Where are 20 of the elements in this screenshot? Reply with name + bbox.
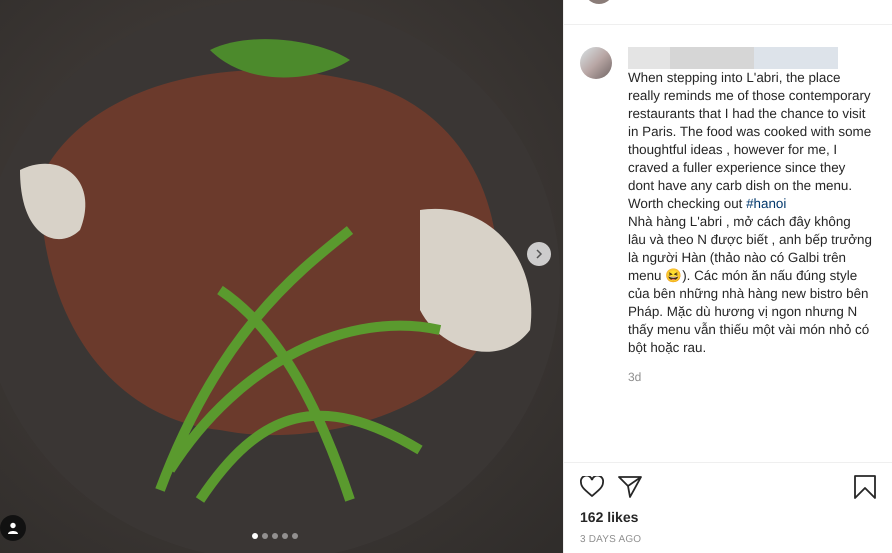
carousel-dot[interactable] — [282, 533, 288, 539]
post-age: 3d — [628, 370, 642, 384]
chevron-right-icon — [534, 249, 544, 259]
like-count: 162 likes — [579, 508, 640, 525]
save-button[interactable] — [854, 475, 876, 499]
like-button[interactable] — [580, 476, 604, 498]
caption-text: Nhà hàng L'abri , mở cách đây không lâu và theo N được biết , anh bếp trưởng là người Hàn (thảo nào có Galbi trên menu 😆). Các món ăn nấu đúng style của bên những nhà hàng new bistro bên Pháp. Mặc dù hương vị ngon nhưng N thấy menu vẫn thiếu một vài món nhỏ có bột hoặc rau. — [628, 213, 872, 357]
user-tag-button[interactable] — [0, 515, 26, 541]
carousel-dot[interactable] — [262, 533, 268, 539]
caption-text: When stepping into L'abri, the place really reminds me of those contemporary restaurants that I had the chance to visit in Paris. The food was cooked with some thoughtful ideas , however for me, I craved a fuller experience since they dont have any carb dish on the menu. Worth checking out #hanoi — [628, 69, 872, 213]
paper-plane-icon — [618, 476, 642, 498]
person-icon — [7, 522, 19, 534]
avatar — [580, 47, 612, 79]
post-date: 3 DAYS AGO — [579, 533, 642, 547]
carousel-dot[interactable] — [272, 533, 278, 539]
bookmark-icon — [854, 475, 876, 499]
hashtag-link[interactable]: #hanoi — [746, 196, 786, 211]
share-button[interactable] — [618, 476, 642, 498]
carousel-dot[interactable] — [292, 533, 298, 539]
heart-icon — [580, 476, 604, 498]
